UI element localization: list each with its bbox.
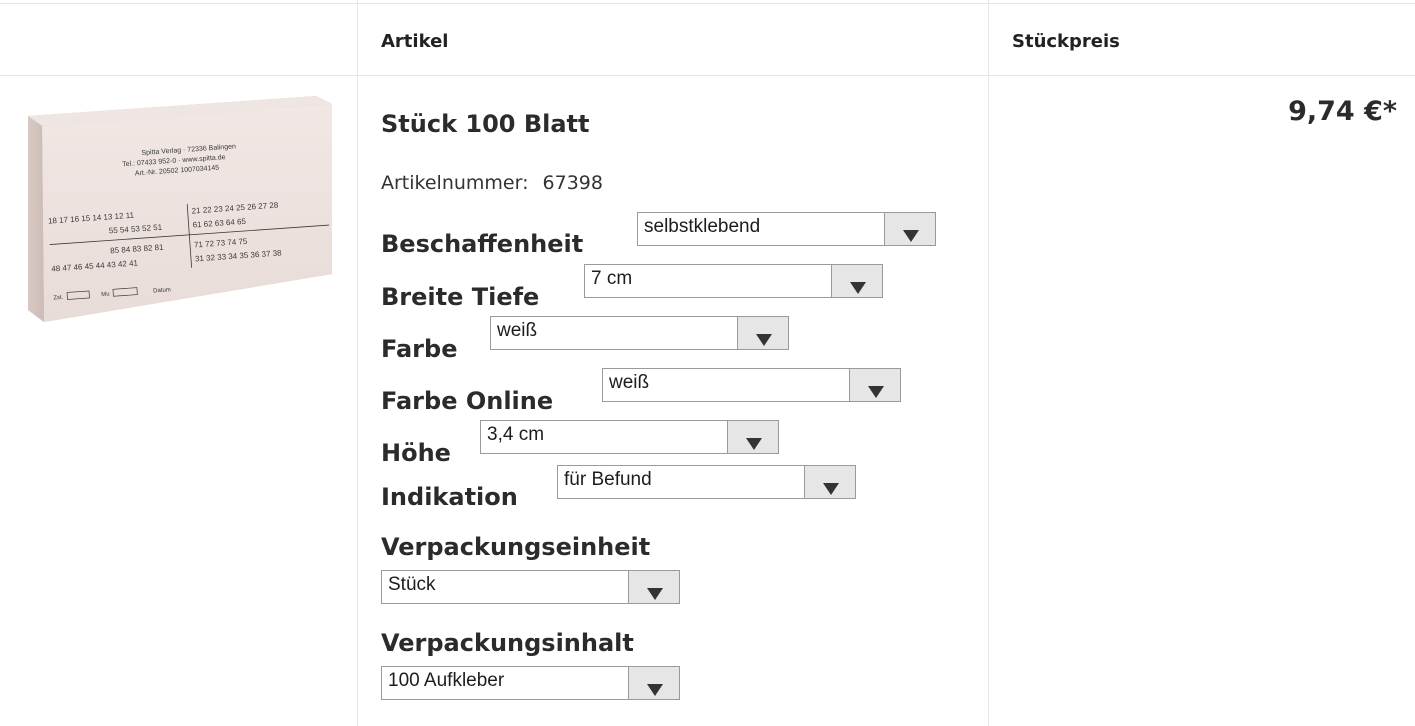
option-label-beschaffenheit: Beschaffenheit (381, 230, 584, 258)
row-divider (0, 75, 1415, 76)
select-value: für Befund (564, 469, 652, 490)
select-indikation[interactable]: für Befund (557, 465, 856, 499)
select-beschaffenheit[interactable]: selbstklebend (637, 212, 936, 246)
article-number-label: Artikelnummer: (381, 172, 529, 194)
select-value: 3,4 cm (487, 424, 545, 445)
row-divider (0, 3, 1415, 4)
select-farbe[interactable]: weiß (490, 316, 789, 350)
option-label-verpackungsinhalt: Verpackungsinhalt (381, 629, 634, 657)
option-label-breite-tiefe: Breite Tiefe (381, 283, 540, 311)
select-farbe-online[interactable]: weiß (602, 368, 901, 402)
chevron-down-icon (868, 386, 884, 398)
option-label-indikation: Indikation (381, 483, 518, 511)
select-value: 7 cm (591, 268, 633, 289)
product-table: Artikel Stückpreis Spitta Verlag · 72336… (0, 0, 1415, 726)
chevron-down-icon (647, 588, 663, 600)
select-value: 100 Aufkleber (388, 670, 505, 691)
dropdown-button[interactable] (727, 420, 779, 454)
select-value: selbstklebend (644, 216, 761, 237)
dropdown-button[interactable] (884, 212, 936, 246)
select-value: weiß (609, 372, 650, 393)
select-breite-tiefe[interactable]: 7 cm (584, 264, 883, 298)
image-text: Mu (101, 292, 110, 299)
column-header-unit-price: Stückpreis (1012, 31, 1120, 52)
select-value: weiß (497, 320, 538, 341)
option-label-hoehe: Höhe (381, 439, 451, 467)
column-header-article: Artikel (381, 31, 449, 52)
product-image[interactable]: Spitta Verlag · 72336 Balingen Tel.: 074… (16, 96, 338, 328)
select-verpackungseinheit[interactable]: Stück (381, 570, 680, 604)
article-number: Artikelnummer: 67398 (381, 172, 603, 194)
image-text: Datum (153, 287, 171, 294)
chevron-down-icon (746, 438, 762, 450)
option-label-farbe-online: Farbe Online (381, 387, 554, 415)
dropdown-button[interactable] (628, 570, 680, 604)
select-hoehe[interactable]: 3,4 cm (480, 420, 779, 454)
option-label-farbe: Farbe (381, 335, 458, 363)
dropdown-button[interactable] (804, 465, 856, 499)
article-number-value: 67398 (542, 172, 603, 194)
select-value: Stück (388, 574, 436, 595)
dropdown-button[interactable] (831, 264, 883, 298)
unit-price: 9,74 €* (1288, 96, 1397, 127)
column-divider (988, 0, 989, 726)
dropdown-button[interactable] (628, 666, 680, 700)
chevron-down-icon (850, 282, 866, 294)
chevron-down-icon (647, 684, 663, 696)
column-divider (357, 0, 358, 726)
chevron-down-icon (756, 334, 772, 346)
image-text: Zst. (53, 295, 64, 302)
option-label-verpackungseinheit: Verpackungseinheit (381, 533, 651, 561)
chevron-down-icon (903, 230, 919, 242)
select-verpackungsinhalt[interactable]: 100 Aufkleber (381, 666, 680, 700)
product-title[interactable]: Stück 100 Blatt (381, 110, 590, 138)
dropdown-button[interactable] (737, 316, 789, 350)
chevron-down-icon (823, 483, 839, 495)
dropdown-button[interactable] (849, 368, 901, 402)
